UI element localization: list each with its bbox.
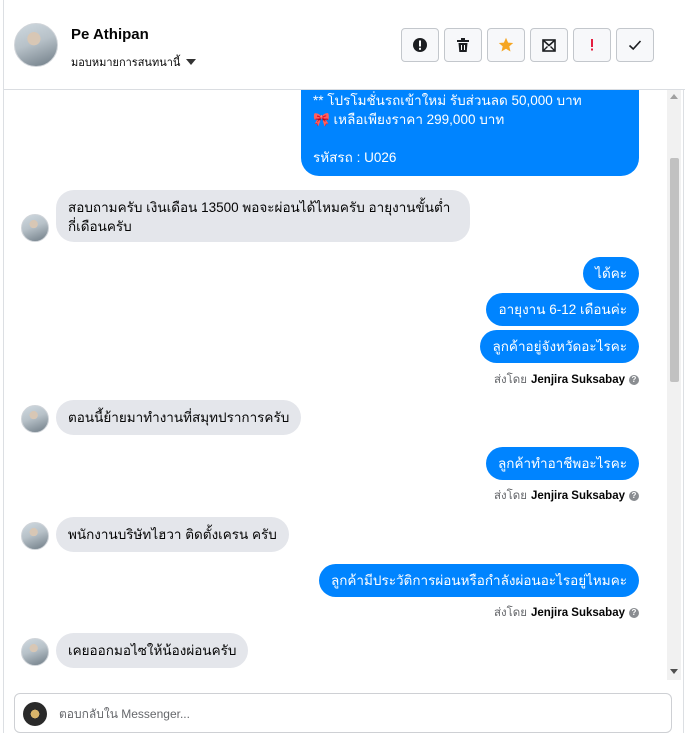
assign-label: มอบหมายการสนทนานี้ [71,57,181,69]
report-button[interactable] [401,28,439,62]
exclamation-circle-icon [413,38,427,52]
avatar [21,405,49,433]
avatar[interactable] [14,23,58,67]
avatar [21,638,49,666]
scroll-down-icon[interactable] [670,669,678,674]
delete-button[interactable] [444,28,482,62]
sent-by-label: ส่งโดย Jenjira Suksabay ? [494,371,639,389]
incoming-message[interactable]: สอบถามครับ เงินเดือน 13500 พอจะผ่อนได้ไห… [56,190,470,242]
info-icon[interactable]: ? [629,608,639,618]
star-button[interactable] [487,28,525,62]
sent-by-label: ส่งโดย Jenjira Suksabay ? [494,604,639,622]
outgoing-message[interactable]: ได้คะ [583,257,639,290]
page-avatar [23,702,47,726]
outgoing-message[interactable]: ลูกค้ามีประวัติการผ่อนหรือกำลังผ่อนอะไรอ… [318,564,639,597]
spam-button[interactable] [573,28,611,62]
star-icon [498,37,514,52]
message-list[interactable]: ** โปรโมชั่นรถเข้าใหม่ รับส่วนลด 50,000 … [4,90,667,680]
incoming-message[interactable]: ตอนนี้ย้ายมาทำงานที่สมุทปราการครับ [56,400,302,435]
info-icon[interactable]: ? [629,375,639,385]
scrollbar[interactable] [667,90,681,680]
mark-unread-button[interactable] [530,28,568,62]
promo-line: 🎀 เหลือเพียงราคา 299,000 บาท [313,112,505,127]
avatar [21,214,49,242]
conversation-header: Pe Athipan มอบหมายการสนทนานี้ [4,0,685,90]
exclamation-icon [591,39,593,51]
outgoing-message[interactable]: อายุงาน 6-12 เดือนค่ะ [486,293,639,326]
sent-by-label: ส่งโดย Jenjira Suksabay ? [494,487,639,505]
assign-conversation-dropdown[interactable]: มอบหมายการสนทนานี้ [71,53,197,71]
reply-input[interactable] [59,705,649,723]
info-icon[interactable]: ? [629,491,639,501]
incoming-message[interactable]: พนักงานบริษัทไฮวา ติดตั้งเครน ครับ [56,517,289,552]
outgoing-message[interactable]: ** โปรโมชั่นรถเข้าใหม่ รับส่วนลด 50,000 … [301,90,639,176]
caret-down-icon [186,59,197,65]
avatar [21,522,49,550]
sent-by-prefix: ส่งโดย [493,374,528,386]
outgoing-message[interactable]: ลูกค้าอยู่จังหวัดอะไรคะ [480,330,639,363]
promo-line: ** โปรโมชั่นรถเข้าใหม่ รับส่วนลด 50,000 … [313,93,582,108]
contact-name[interactable]: Pe Athipan [71,26,149,43]
incoming-message[interactable]: เคยออกมอไซให้น้องผ่อนครับ [56,633,249,668]
done-button[interactable] [616,28,654,62]
sent-by-prefix: ส่งโดย [493,607,528,619]
scroll-thumb[interactable] [670,158,679,382]
scroll-up-icon[interactable] [670,94,678,99]
sent-by-prefix: ส่งโดย [493,490,528,502]
check-icon [628,40,642,51]
agent-name: Jenjira Suksabay [531,374,625,386]
outgoing-message[interactable]: ลูกค้าทำอาชีพอะไรคะ [486,447,639,480]
conversation-toolbar [401,28,654,62]
promo-code: รหัสรถ : U026 [313,150,397,165]
envelope-icon [542,39,556,52]
agent-name: Jenjira Suksabay [531,490,625,502]
conversation-panel: Pe Athipan มอบหมายการสนทนานี้ ** โปรโมชั… [3,0,685,733]
agent-name: Jenjira Suksabay [531,607,625,619]
reply-composer [14,693,672,733]
trash-icon [457,38,469,52]
